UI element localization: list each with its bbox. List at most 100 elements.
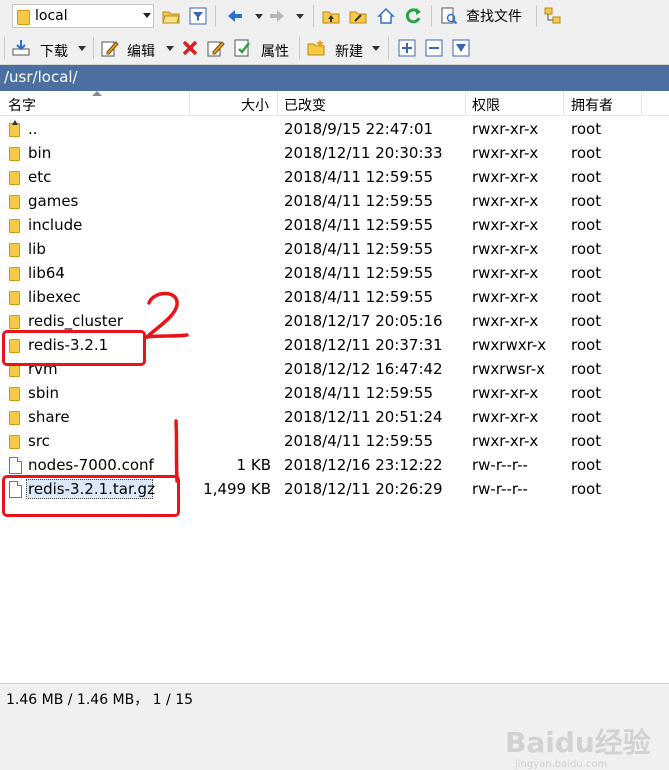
file-owner: root	[571, 456, 602, 474]
folder-icon	[9, 219, 20, 233]
column-divider	[465, 91, 466, 115]
file-permissions: rwxr-xr-x	[472, 408, 539, 426]
file-row[interactable]: lib 2018/4/11 12:59:55 rwxr-xr-x root	[0, 237, 669, 261]
file-modified: 2018/4/11 12:59:55	[284, 192, 434, 210]
folder-icon	[9, 243, 20, 257]
file-permissions: rwxr-xr-x	[472, 432, 539, 450]
toolbar-separator	[431, 5, 432, 27]
file-modified: 2018/4/11 12:59:55	[284, 288, 434, 306]
file-row[interactable]: games 2018/4/11 12:59:55 rwxr-xr-x root	[0, 189, 669, 213]
file-row[interactable]: include 2018/4/11 12:59:55 rwxr-xr-x root	[0, 213, 669, 237]
file-modified: 2018/12/12 16:47:42	[284, 360, 443, 378]
chevron-down-icon[interactable]	[166, 46, 174, 51]
file-modified: 2018/4/11 12:59:55	[284, 216, 434, 234]
file-row[interactable]: etc 2018/4/11 12:59:55 rwxr-xr-x root	[0, 165, 669, 189]
file-list[interactable]: 名字 大小 已改变 权限 拥有者 .. 2018/9/15 22:47:01 rwx…	[0, 91, 669, 770]
file-owner: root	[571, 216, 602, 234]
toolbar-separator	[388, 37, 389, 59]
back-icon[interactable]	[226, 7, 244, 25]
column-header-name[interactable]: 名字	[8, 95, 36, 115]
file-row[interactable]: src 2018/4/11 12:59:55 rwxr-xr-x root	[0, 429, 669, 453]
watermark-logo: Baidu经验	[505, 726, 651, 759]
file-owner: root	[571, 120, 602, 138]
file-name: nodes-7000.conf	[28, 456, 154, 474]
status-bar: 1.46 MB / 1.46 MB， 1 / 15	[0, 683, 669, 710]
home-icon[interactable]	[377, 7, 395, 25]
find-files-button[interactable]: 查找文件	[440, 4, 532, 28]
find-files-label: 查找文件	[466, 9, 522, 25]
expand-icon[interactable]	[398, 39, 416, 57]
file-row[interactable]: nodes-7000.conf 1 KB 2018/12/16 23:12:22 rw…	[0, 453, 669, 477]
top-toolbar: local 查找文件	[0, 0, 669, 32]
toolbar-separator	[93, 37, 94, 59]
parent-folder-icon[interactable]	[322, 7, 340, 25]
edit-button-label[interactable]: 编辑	[127, 41, 155, 61]
chevron-down-icon[interactable]	[296, 14, 304, 19]
file-owner: root	[571, 384, 602, 402]
file-owner: root	[571, 480, 602, 498]
file-permissions: rwxr-xr-x	[472, 144, 539, 162]
properties-button-label[interactable]: 属性	[261, 41, 289, 61]
edit-icon[interactable]	[101, 39, 119, 57]
file-permissions: rwxr-xr-x	[472, 168, 539, 186]
file-row[interactable]: .. 2018/9/15 22:47:01 rwxr-xr-x root	[0, 117, 669, 141]
column-header-size[interactable]: 大小	[241, 95, 269, 115]
chevron-down-icon[interactable]	[372, 46, 380, 51]
toolbar-separator	[4, 37, 5, 59]
new-button-label[interactable]: 新建	[335, 41, 363, 61]
tree-view-icon[interactable]	[544, 7, 562, 25]
filter-icon[interactable]	[189, 7, 207, 25]
rename-icon[interactable]	[207, 39, 225, 57]
forward-icon[interactable]	[268, 7, 286, 25]
download-button-label[interactable]: 下载	[40, 41, 68, 61]
toolbar-separator	[215, 5, 216, 27]
file-size: 1 KB	[236, 456, 271, 474]
find-files-icon	[441, 7, 458, 25]
file-modified: 2018/12/11 20:37:31	[284, 336, 443, 354]
toolbar-separator	[536, 5, 537, 27]
column-header-permissions[interactable]: 权限	[472, 95, 500, 115]
column-divider	[641, 91, 642, 115]
location-combo[interactable]: local	[12, 4, 154, 28]
file-modified: 2018/12/16 23:12:22	[284, 456, 443, 474]
open-folder-icon[interactable]	[162, 7, 180, 25]
file-row[interactable]: bin 2018/12/11 20:30:33 rwxr-xr-x root	[0, 141, 669, 165]
chevron-down-icon[interactable]	[78, 46, 86, 51]
collapse-icon[interactable]	[425, 39, 443, 57]
file-row[interactable]: libexec 2018/4/11 12:59:55 rwxr-xr-x root	[0, 285, 669, 309]
new-folder-icon[interactable]	[307, 39, 325, 57]
file-owner: root	[571, 168, 602, 186]
column-header-owner[interactable]: 拥有者	[571, 95, 613, 115]
file-row[interactable]: lib64 2018/4/11 12:59:55 rwxr-xr-x root	[0, 261, 669, 285]
sort-ascending-icon	[92, 91, 102, 96]
file-permissions: rwxr-xr-x	[472, 192, 539, 210]
file-name: lib	[28, 240, 46, 258]
chevron-down-icon[interactable]	[143, 13, 151, 18]
column-header-modified[interactable]: 已改变	[284, 95, 326, 115]
location-value: local	[35, 8, 68, 24]
path-bar[interactable]: /usr/local/	[0, 65, 669, 91]
properties-icon[interactable]	[234, 39, 252, 57]
file-owner: root	[571, 144, 602, 162]
refresh-icon[interactable]	[404, 7, 422, 25]
status-text: 1.46 MB / 1.46 MB， 1 / 15	[6, 692, 194, 708]
folder-icon	[17, 10, 30, 25]
chevron-down-icon[interactable]	[255, 14, 263, 19]
file-permissions: rwxr-xr-x	[472, 264, 539, 282]
file-row[interactable]: sbin 2018/4/11 12:59:55 rwxr-xr-x root	[0, 381, 669, 405]
folder-icon	[9, 147, 20, 161]
download-icon[interactable]	[12, 39, 30, 57]
file-permissions: rwxrwsr-x	[472, 360, 546, 378]
file-row[interactable]: share 2018/12/11 20:51:24 rwxr-xr-x root	[0, 405, 669, 429]
column-divider	[277, 91, 278, 115]
file-name: share	[28, 408, 70, 426]
current-path: /usr/local/	[4, 68, 78, 86]
file-modified: 2018/12/17 20:05:16	[284, 312, 443, 330]
file-name: games	[28, 192, 79, 210]
filter-icon[interactable]	[452, 39, 470, 57]
folder-icon	[9, 411, 20, 425]
delete-icon[interactable]	[181, 39, 199, 57]
root-folder-icon[interactable]	[349, 7, 367, 25]
file-owner: root	[571, 360, 602, 378]
watermark-url: jingyan.baidu.com	[515, 759, 608, 770]
